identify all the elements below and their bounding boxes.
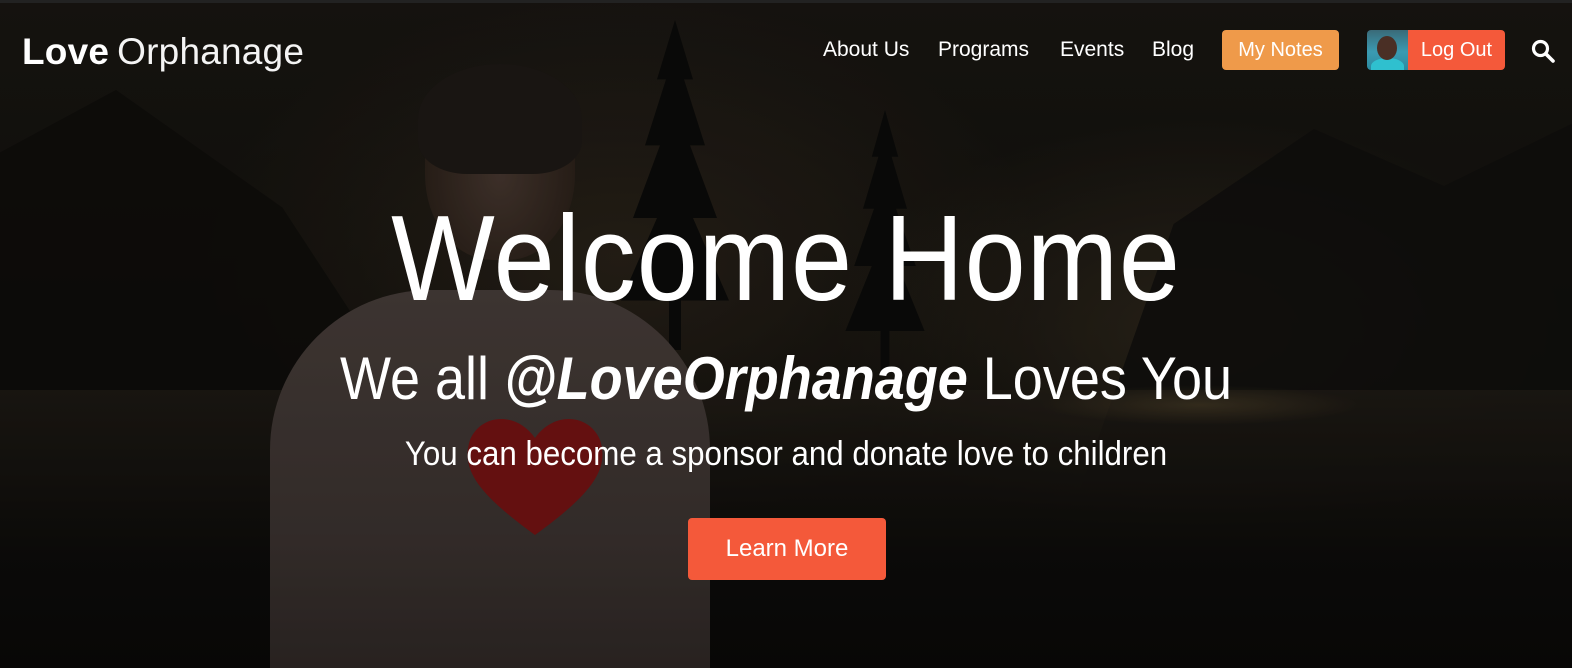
brand-name-strong: Love — [22, 31, 110, 72]
brand-name-light: Orphanage — [117, 31, 305, 72]
user-avatar[interactable] — [1367, 30, 1408, 70]
hero-subtitle: We all @LoveOrphanage Loves You — [79, 342, 1494, 416]
hero-description: You can become a sponsor and donate love… — [404, 435, 1168, 473]
learn-more-button[interactable]: Learn More — [688, 518, 886, 580]
search-icon[interactable] — [1530, 38, 1556, 64]
subtitle-prefix: We all — [339, 345, 490, 412]
subtitle-suffix: Loves You — [982, 345, 1233, 412]
hero-title: Welcome Home — [391, 190, 1181, 326]
nav-link-events[interactable]: Events — [1060, 37, 1124, 63]
brand-logo[interactable]: Love Orphanage — [22, 30, 304, 74]
hero-section: Love Orphanage About Us Programs Events B… — [0, 0, 1572, 668]
nav-link-blog[interactable]: Blog — [1152, 37, 1194, 63]
my-notes-button[interactable]: My Notes — [1222, 30, 1339, 70]
subtitle-handle: @LoveOrphanage — [504, 345, 968, 412]
logout-button[interactable]: Log Out — [1408, 30, 1505, 70]
nav-link-about-us[interactable]: About Us — [823, 37, 909, 63]
nav-link-programs[interactable]: Programs — [938, 37, 1029, 63]
avatar-face — [1377, 36, 1397, 60]
